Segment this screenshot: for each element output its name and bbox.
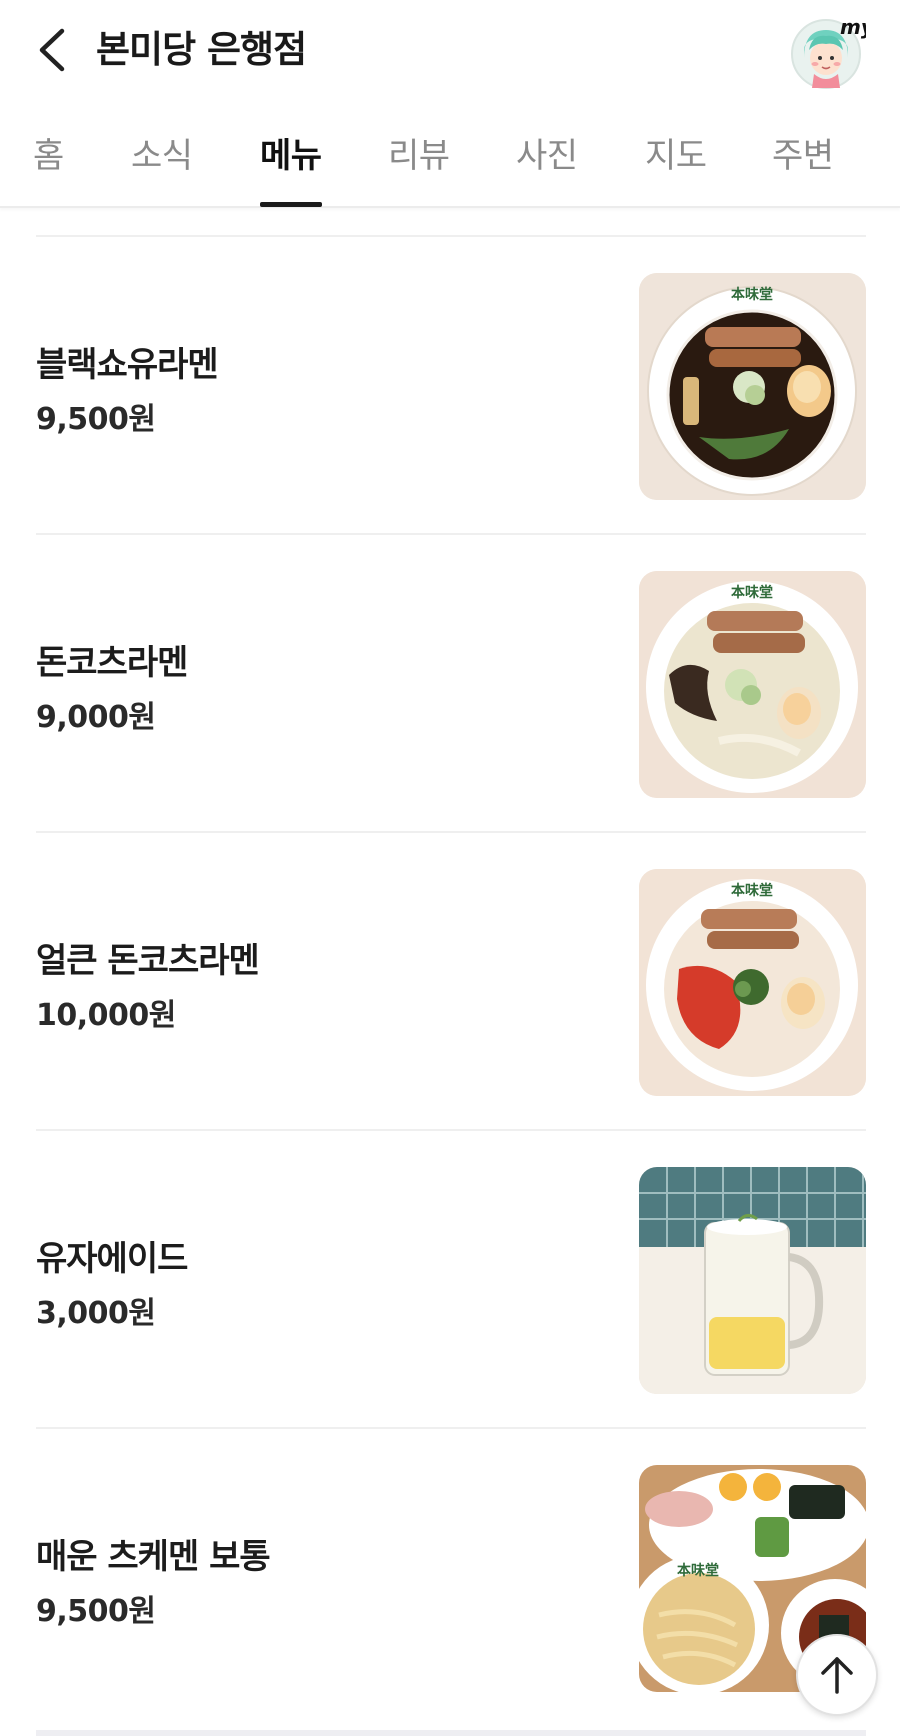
menu-item[interactable]: 얼큰 돈코츠라멘 10,000원 本味堂 [36, 833, 866, 1131]
svg-text:本味堂: 本味堂 [731, 882, 773, 899]
tab-news[interactable]: 소식 [131, 128, 193, 184]
active-tab-indicator [260, 202, 322, 207]
my-profile-button[interactable]: my [790, 14, 875, 90]
ramen-bowl-image: 本味堂 [639, 869, 866, 1096]
drink-glass-image [639, 1167, 866, 1394]
menu-item-name: 매운 츠케멘 보통 [36, 1537, 271, 1577]
menu-item-photo[interactable] [639, 1167, 866, 1394]
tab-home[interactable]: 홈 [33, 128, 64, 184]
avatar: my [791, 15, 875, 89]
chevron-left-icon [39, 28, 65, 72]
menu-item-name: 돈코츠라멘 [36, 643, 188, 683]
menu-item-price: 9,000원 [36, 700, 156, 735]
menu-item-name: 얼큰 돈코츠라멘 [36, 941, 260, 981]
svg-text:本味堂: 本味堂 [731, 584, 773, 601]
menu-item[interactable]: 돈코츠라멘 9,000원 本味堂 [36, 535, 866, 833]
ramen-bowl-image: 本味堂 [639, 273, 866, 500]
bottom-edge-bar [36, 1730, 866, 1736]
svg-text:本味堂: 本味堂 [731, 286, 773, 303]
menu-item-photo[interactable]: 本味堂 [639, 571, 866, 798]
menu-item-photo[interactable]: 本味堂 [639, 869, 866, 1096]
back-button[interactable] [28, 22, 76, 78]
tab-menu[interactable]: 메뉴 [260, 128, 322, 184]
app-header: 본미당 은행점 my [0, 0, 900, 104]
menu-item-price: 3,000원 [36, 1296, 156, 1331]
ramen-bowl-image: 本味堂 [639, 571, 866, 798]
tab-map[interactable]: 지도 [645, 128, 707, 184]
menu-item-price: 9,500원 [36, 402, 156, 437]
menu-item[interactable]: 블랙쇼유라멘 9,500원 本味堂 [36, 237, 866, 535]
tab-bar: 홈 소식 메뉴 리뷰 사진 지도 주변 [0, 104, 900, 208]
avatar-badge-text: my [840, 15, 866, 39]
tab-photo[interactable]: 사진 [516, 128, 578, 184]
menu-list: 블랙쇼유라멘 9,500원 本味堂 돈코츠라멘 9,000원 本味堂 얼큰 돈코… [36, 235, 866, 1727]
menu-item-price: 10,000원 [36, 998, 176, 1033]
menu-item-price: 9,500원 [36, 1594, 156, 1629]
tab-review[interactable]: 리뷰 [388, 128, 450, 184]
page-title: 본미당 은행점 [96, 28, 307, 71]
svg-text:本味堂: 本味堂 [677, 1562, 719, 1579]
menu-item-photo[interactable]: 本味堂 [639, 273, 866, 500]
menu-item[interactable]: 매운 츠케멘 보통 9,500원 本味堂 [36, 1429, 866, 1727]
arrow-up-icon [821, 1657, 853, 1694]
scroll-to-top-button[interactable] [796, 1634, 878, 1716]
menu-item[interactable]: 유자에이드 3,000원 [36, 1131, 866, 1429]
tab-nearby[interactable]: 주변 [772, 128, 834, 184]
menu-item-name: 블랙쇼유라멘 [36, 345, 219, 385]
menu-item-name: 유자에이드 [36, 1239, 188, 1279]
